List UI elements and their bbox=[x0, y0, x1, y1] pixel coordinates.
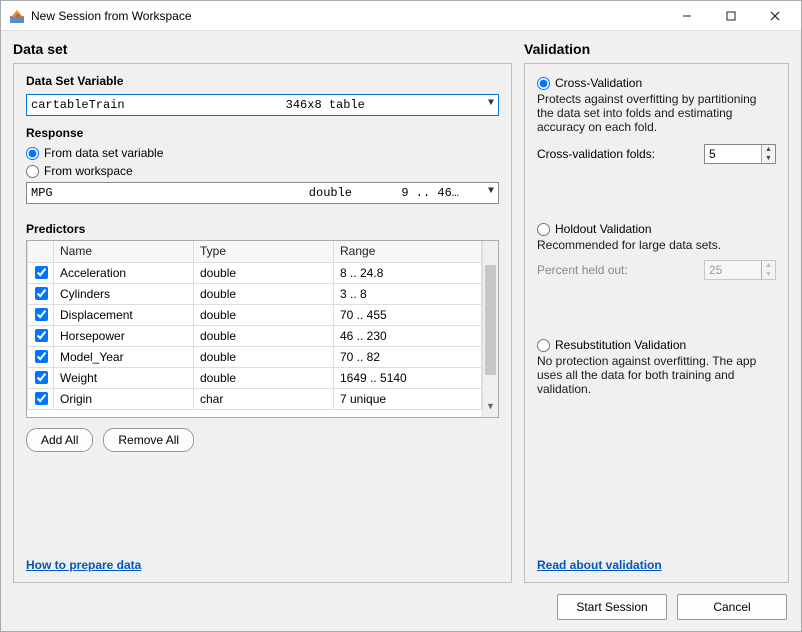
response-from-var-radio[interactable]: From data set variable bbox=[26, 146, 499, 160]
maximize-button[interactable] bbox=[709, 2, 753, 30]
how-to-prepare-link[interactable]: How to prepare data bbox=[26, 558, 141, 572]
cv-label: Cross-Validation bbox=[555, 76, 642, 90]
spin-down-icon[interactable]: ▼ bbox=[762, 154, 775, 163]
holdout-percent-label: Percent held out: bbox=[537, 263, 628, 277]
predictor-checkbox[interactable] bbox=[35, 266, 48, 279]
predictor-type: double bbox=[194, 346, 334, 367]
predictor-checkbox[interactable] bbox=[35, 350, 48, 363]
table-row: Horsepowerdouble46 .. 230 bbox=[28, 325, 482, 346]
resubstitution-radio[interactable]: Resubstitution Validation bbox=[537, 338, 776, 352]
scroll-down-icon[interactable]: ▼ bbox=[483, 401, 498, 417]
close-button[interactable] bbox=[753, 2, 797, 30]
predictor-range: 1649 .. 5140 bbox=[334, 367, 482, 388]
app-icon bbox=[9, 8, 25, 24]
cv-folds-label: Cross-validation folds: bbox=[537, 147, 655, 161]
cross-validation-radio[interactable]: Cross-Validation bbox=[537, 76, 776, 90]
predictor-name[interactable]: Origin bbox=[54, 388, 194, 409]
predictor-checkbox[interactable] bbox=[35, 308, 48, 321]
remove-all-button[interactable]: Remove All bbox=[103, 428, 194, 452]
col-check bbox=[28, 241, 54, 262]
holdout-desc: Recommended for large data sets. bbox=[537, 238, 776, 252]
predictor-checkbox[interactable] bbox=[35, 371, 48, 384]
predictor-range: 7 unique bbox=[334, 388, 482, 409]
predictor-type: double bbox=[194, 367, 334, 388]
dataset-var-label: Data Set Variable bbox=[26, 74, 499, 88]
window-title: New Session from Workspace bbox=[31, 9, 665, 23]
predictor-name[interactable]: Weight bbox=[54, 367, 194, 388]
table-row: Originchar7 unique bbox=[28, 388, 482, 409]
chevron-down-icon: ▼ bbox=[488, 98, 494, 109]
response-name: MPG bbox=[31, 186, 309, 200]
predictor-name[interactable]: Cylinders bbox=[54, 283, 194, 304]
resub-desc: No protection against overfitting. The a… bbox=[537, 354, 776, 396]
holdout-percent-input bbox=[705, 261, 761, 279]
predictors-label: Predictors bbox=[26, 222, 499, 236]
predictor-name[interactable]: Model_Year bbox=[54, 346, 194, 367]
response-variable-select[interactable]: MPG double 9 .. 46… ▼ bbox=[26, 182, 499, 204]
response-from-ws-label: From workspace bbox=[44, 164, 133, 178]
spin-up-icon[interactable]: ▲ bbox=[762, 145, 775, 154]
predictor-range: 70 .. 82 bbox=[334, 346, 482, 367]
dataset-var-value: cartableTrain bbox=[31, 98, 286, 112]
cv-folds-input[interactable] bbox=[705, 145, 761, 163]
minimize-button[interactable] bbox=[665, 2, 709, 30]
table-row: Weightdouble1649 .. 5140 bbox=[28, 367, 482, 388]
col-name[interactable]: Name bbox=[54, 241, 194, 262]
response-label: Response bbox=[26, 126, 499, 140]
predictor-checkbox[interactable] bbox=[35, 329, 48, 342]
response-type: double bbox=[309, 186, 402, 200]
predictor-range: 8 .. 24.8 bbox=[334, 262, 482, 283]
dataset-variable-select[interactable]: cartableTrain 346x8 table ▼ bbox=[26, 94, 499, 116]
predictor-name[interactable]: Acceleration bbox=[54, 262, 194, 283]
spin-down-icon: ▼ bbox=[762, 270, 775, 279]
predictor-type: double bbox=[194, 283, 334, 304]
add-all-button[interactable]: Add All bbox=[26, 428, 93, 452]
predictor-checkbox[interactable] bbox=[35, 287, 48, 300]
response-from-workspace-radio[interactable]: From workspace bbox=[26, 164, 499, 178]
titlebar: New Session from Workspace bbox=[1, 1, 801, 31]
scrollbar-thumb[interactable] bbox=[485, 265, 496, 375]
predictor-type: char bbox=[194, 388, 334, 409]
predictor-name[interactable]: Horsepower bbox=[54, 325, 194, 346]
cv-folds-spinner[interactable]: ▲▼ bbox=[704, 144, 776, 164]
predictor-type: double bbox=[194, 304, 334, 325]
predictor-checkbox[interactable] bbox=[35, 392, 48, 405]
predictor-type: double bbox=[194, 325, 334, 346]
predictor-range: 70 .. 455 bbox=[334, 304, 482, 325]
holdout-validation-radio[interactable]: Holdout Validation bbox=[537, 222, 776, 236]
predictor-type: double bbox=[194, 262, 334, 283]
dialog-footer: Start Session Cancel bbox=[1, 583, 801, 631]
dataset-heading: Data set bbox=[13, 41, 512, 57]
table-row: Cylindersdouble3 .. 8 bbox=[28, 283, 482, 304]
predictor-range: 46 .. 230 bbox=[334, 325, 482, 346]
table-row: Displacementdouble70 .. 455 bbox=[28, 304, 482, 325]
dataset-panel: Data Set Variable cartableTrain 346x8 ta… bbox=[13, 63, 512, 583]
col-type[interactable]: Type bbox=[194, 241, 334, 262]
predictors-scrollbar[interactable]: ▼ bbox=[482, 241, 498, 417]
cancel-button[interactable]: Cancel bbox=[677, 594, 787, 620]
read-about-validation-link[interactable]: Read about validation bbox=[537, 558, 662, 572]
spin-up-icon: ▲ bbox=[762, 261, 775, 270]
table-row: Accelerationdouble8 .. 24.8 bbox=[28, 262, 482, 283]
start-session-button[interactable]: Start Session bbox=[557, 594, 667, 620]
predictors-table: Name Type Range Accelerationdouble8 .. 2… bbox=[26, 240, 499, 418]
predictor-name[interactable]: Displacement bbox=[54, 304, 194, 325]
validation-heading: Validation bbox=[524, 41, 789, 57]
holdout-percent-spinner: ▲▼ bbox=[704, 260, 776, 280]
cv-desc: Protects against overfitting by partitio… bbox=[537, 92, 776, 134]
response-range: 9 .. 46… bbox=[401, 186, 459, 200]
col-range[interactable]: Range bbox=[334, 241, 482, 262]
predictor-range: 3 .. 8 bbox=[334, 283, 482, 304]
holdout-label: Holdout Validation bbox=[555, 222, 652, 236]
chevron-down-icon: ▼ bbox=[488, 186, 494, 197]
response-from-var-label: From data set variable bbox=[44, 146, 163, 160]
validation-panel: Cross-Validation Protects against overfi… bbox=[524, 63, 789, 583]
resub-label: Resubstitution Validation bbox=[555, 338, 686, 352]
table-row: Model_Yeardouble70 .. 82 bbox=[28, 346, 482, 367]
dialog-window: New Session from Workspace Data set Data… bbox=[0, 0, 802, 632]
dataset-var-meta: 346x8 table bbox=[286, 98, 365, 112]
